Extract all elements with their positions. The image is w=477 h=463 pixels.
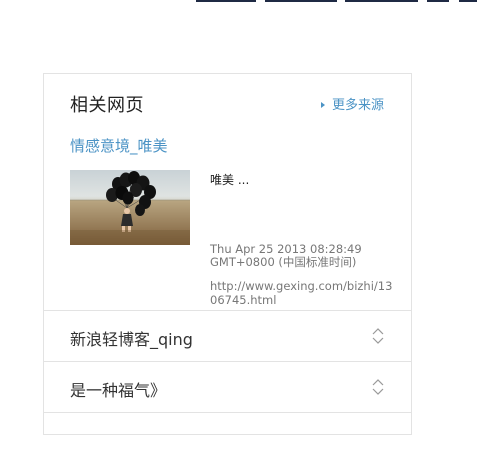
top-nav-item[interactable]	[345, 0, 418, 2]
result-url[interactable]: http://www.gexing.com/bizhi/1306745.html	[210, 279, 395, 307]
panel-title: 相关网页	[70, 95, 144, 116]
related-item[interactable]: 新浪轻博客_qing	[44, 310, 411, 361]
related-item[interactable]: 是一种福气》	[44, 361, 411, 412]
expand-collapse-icon[interactable]	[371, 327, 385, 345]
result-date: Thu Apr 25 2013 08:28:49 GMT+0800 (中国标准时…	[210, 242, 362, 269]
top-nav-bar	[0, 0, 477, 6]
top-nav-item[interactable]	[196, 0, 256, 2]
more-sources-label: 更多来源	[331, 98, 384, 113]
result-snippet: 唯美 ...	[210, 173, 250, 187]
related-item[interactable]	[44, 412, 411, 463]
top-nav-item[interactable]	[265, 0, 337, 2]
related-item-label: 新浪轻博客_qing	[70, 330, 193, 349]
expand-collapse-icon[interactable]	[371, 378, 385, 396]
related-pages-panel: 相关网页 更多来源 情感意境_唯美 唯美 ... Thu Apr 25 2013…	[43, 73, 412, 435]
more-sources-link[interactable]: 更多来源	[320, 94, 384, 113]
result-thumbnail[interactable]	[70, 170, 190, 245]
triangle-right-icon	[320, 101, 325, 108]
top-nav-item[interactable]	[427, 0, 449, 2]
result-title-link[interactable]: 情感意境_唯美	[70, 135, 168, 156]
panel-header: 相关网页 更多来源	[70, 91, 384, 116]
top-nav-item[interactable]	[459, 0, 477, 2]
related-item-label: 是一种福气》	[70, 381, 167, 400]
